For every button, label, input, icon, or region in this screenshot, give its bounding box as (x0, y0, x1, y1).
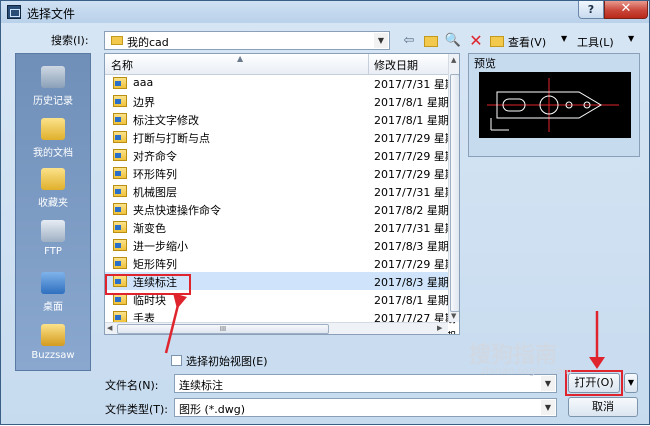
arrowhead-icon (173, 293, 187, 309)
watermark: 搜狗指南 (469, 343, 558, 368)
watermark-url: zhinan.sogou.com (481, 366, 573, 377)
select-file-dialog: 选择文件 ? ✕ 搜索(I): 我的cad ▼ ⇦ 🔍 ✕ 查看(V) ▼ 工具… (0, 0, 650, 425)
arrowhead-icon (589, 357, 605, 369)
